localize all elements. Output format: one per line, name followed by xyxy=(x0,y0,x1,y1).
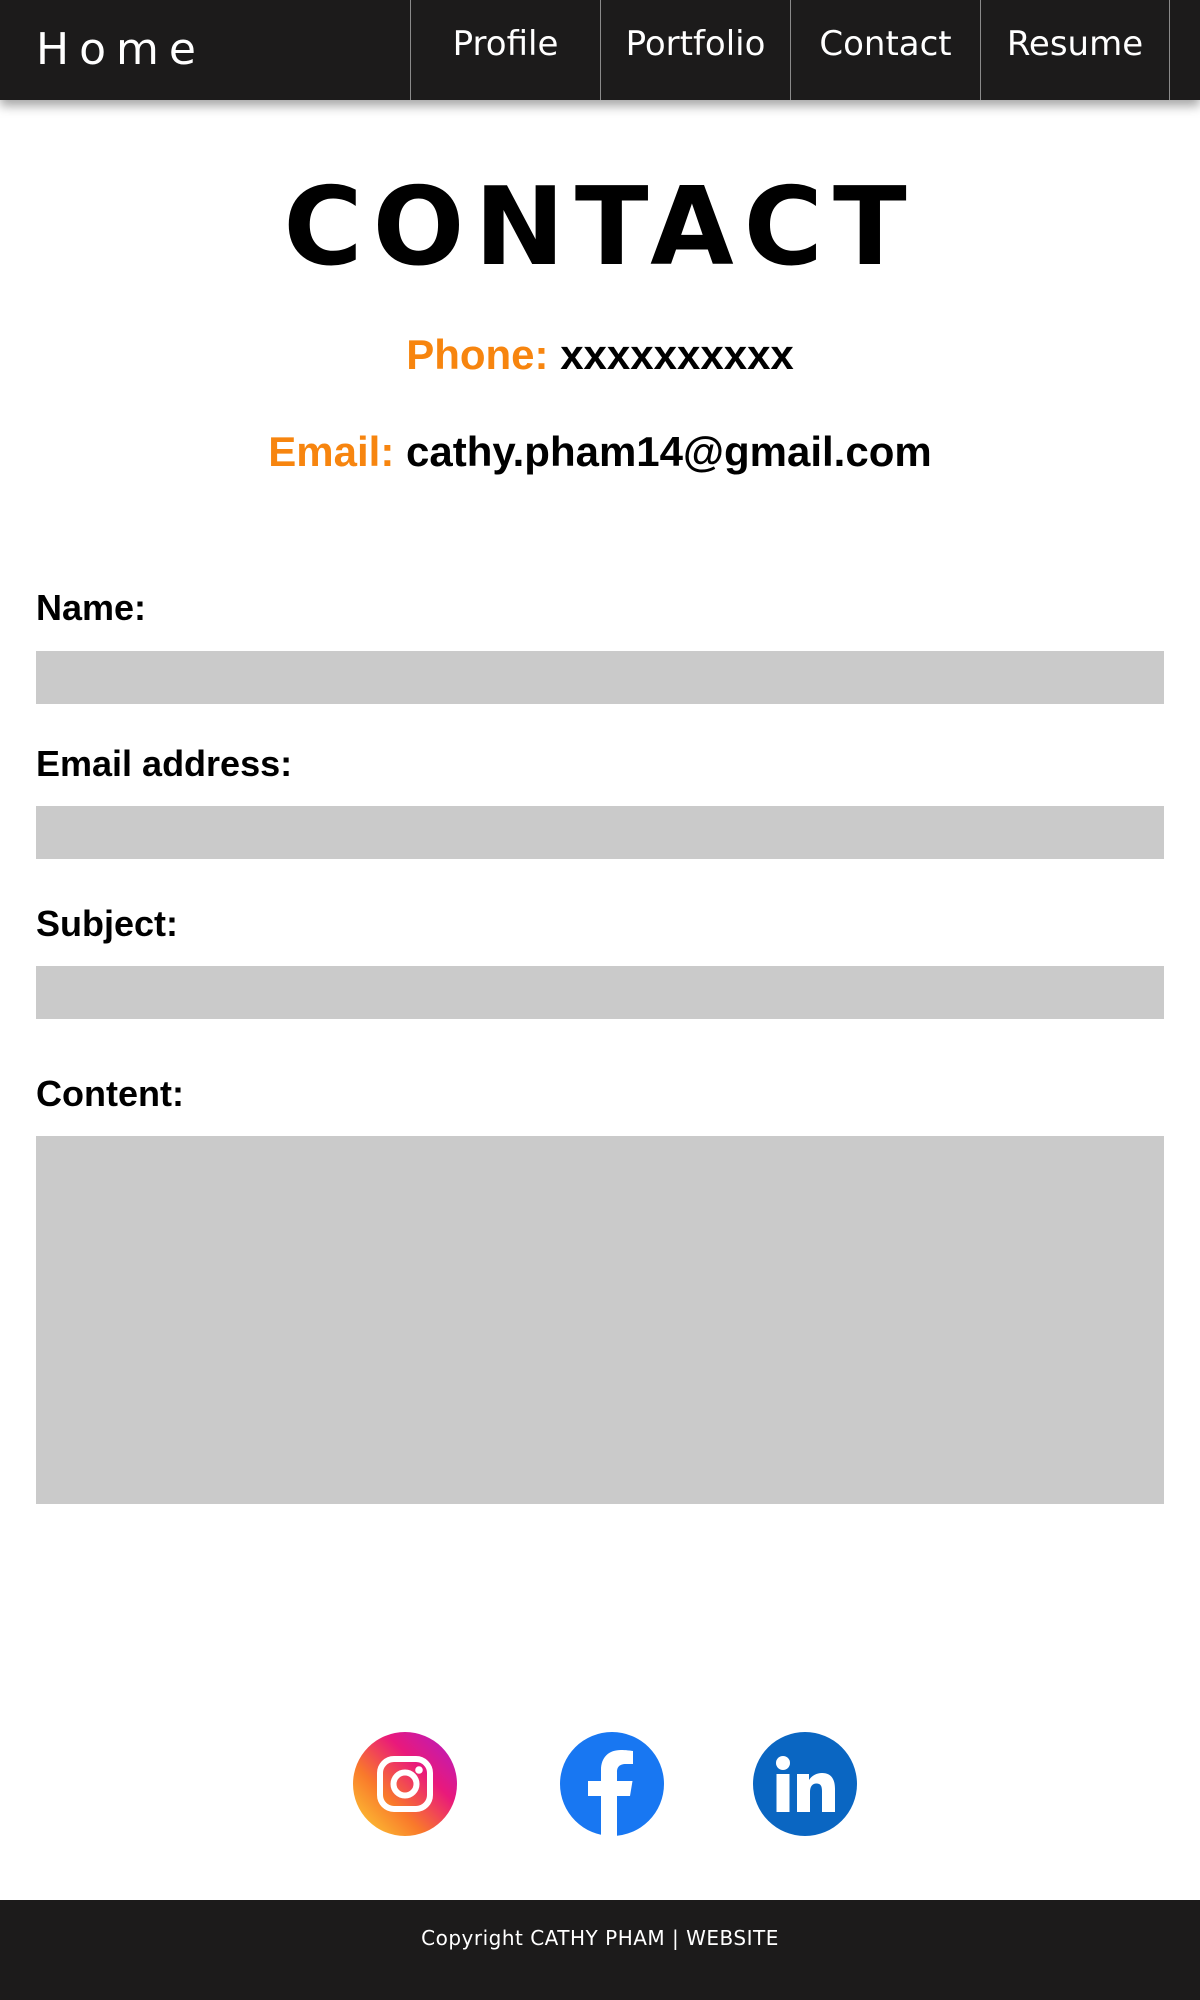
phone-line: Phone: xxxxxxxxxx xyxy=(0,330,1200,380)
nav-item-portfolio[interactable]: Portfolio xyxy=(600,0,790,100)
footer: Copyright CATHY PHAM | WEBSITE xyxy=(0,1900,1200,2000)
facebook-icon[interactable] xyxy=(560,1732,664,1836)
nav-item-profile[interactable]: Profile xyxy=(410,0,600,100)
home-link[interactable]: Home xyxy=(36,24,206,75)
page-title: CONTACT xyxy=(283,165,917,290)
email-value: cathy.pham14@gmail.com xyxy=(406,428,932,475)
nav-item-resume[interactable]: Resume xyxy=(980,0,1170,100)
facebook-glyph xyxy=(588,1750,633,1836)
copyright-text: Copyright CATHY PHAM | WEBSITE xyxy=(421,1926,779,1950)
content-label: Content: xyxy=(36,1073,184,1114)
content-textarea[interactable] xyxy=(36,1136,1164,1504)
email-line: Email: cathy.pham14@gmail.com xyxy=(0,427,1200,477)
name-label: Name: xyxy=(36,587,147,628)
subject-label: Subject: xyxy=(36,903,179,944)
email-address-label: Email address: xyxy=(36,743,293,784)
instagram-glyph xyxy=(377,1756,433,1812)
phone-label: Phone: xyxy=(406,331,549,378)
linkedin-icon[interactable] xyxy=(753,1732,857,1836)
name-input[interactable] xyxy=(36,651,1164,704)
instagram-icon[interactable] xyxy=(353,1732,457,1836)
email-address-input[interactable] xyxy=(36,806,1164,859)
nav-menu: Profile Portfolio Contact Resume xyxy=(410,0,1170,100)
top-navbar: Home Profile Portfolio Contact Resume xyxy=(0,0,1200,100)
phone-value: xxxxxxxxxx xyxy=(560,331,794,378)
linkedin-glyph xyxy=(776,1756,835,1812)
subject-input[interactable] xyxy=(36,966,1164,1019)
email-label: Email: xyxy=(268,428,395,475)
nav-item-contact[interactable]: Contact xyxy=(790,0,980,100)
